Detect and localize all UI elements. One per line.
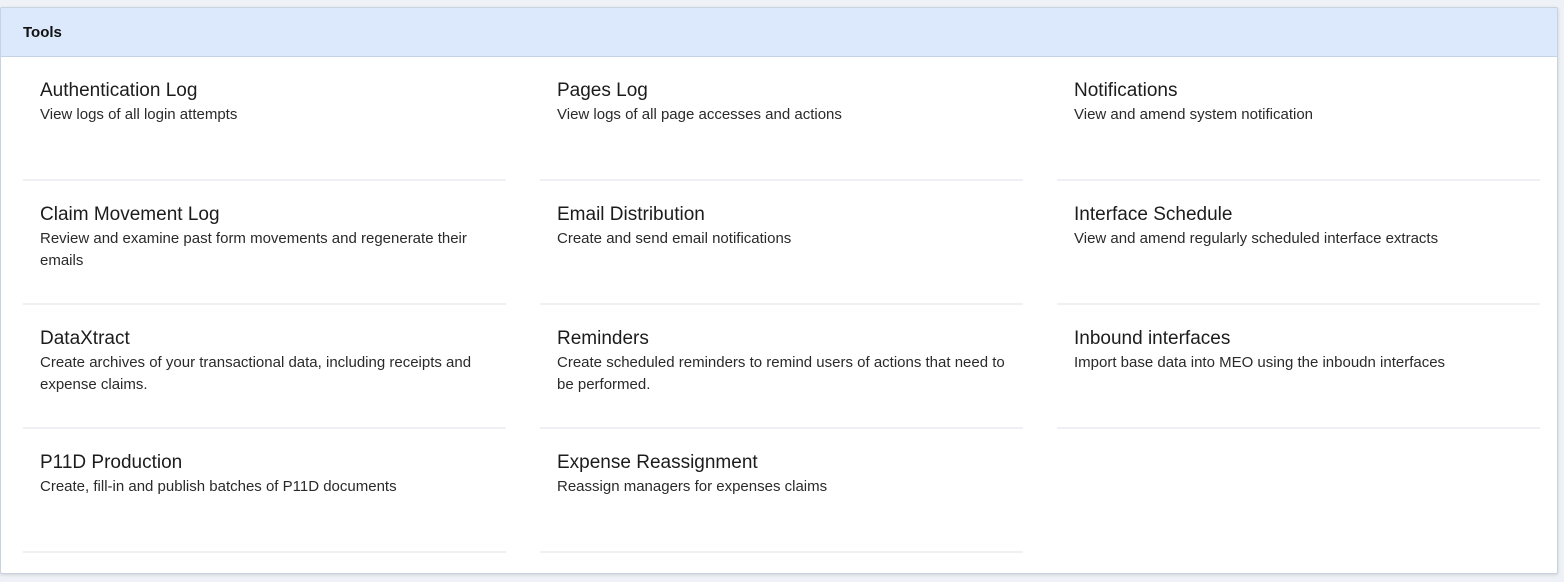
tool-p11d-production[interactable]: P11D Production Create, fill-in and publ… [23, 429, 506, 553]
tool-description: Create archives of your transactional da… [40, 354, 472, 393]
tool-title[interactable]: Inbound interfaces [1074, 327, 1523, 351]
tool-description: Import base data into MEO using the inbo… [1074, 354, 1446, 371]
tool-inbound-interfaces[interactable]: Inbound interfaces Import base data into… [1057, 305, 1540, 429]
tool-title[interactable]: Email Distribution [557, 203, 1006, 227]
tool-dataxtract[interactable]: DataXtract Create archives of your trans… [23, 305, 506, 429]
tools-panel: Tools Authentication Log View logs of al… [0, 7, 1558, 574]
panel-header: Tools [1, 8, 1557, 57]
tool-pages-log[interactable]: Pages Log View logs of all page accesses… [540, 57, 1023, 181]
tool-description: Reassign managers for expenses claims [557, 478, 828, 495]
tool-interface-schedule[interactable]: Interface Schedule View and amend regula… [1057, 181, 1540, 305]
tool-title[interactable]: Authentication Log [40, 79, 489, 103]
empty-tile [1057, 429, 1540, 553]
tool-description: View logs of all page accesses and actio… [557, 106, 842, 123]
tool-email-distribution[interactable]: Email Distribution Create and send email… [540, 181, 1023, 305]
panel-title: Tools [23, 23, 62, 41]
tool-description: Review and examine past form movements a… [40, 230, 467, 269]
tool-description: Create scheduled reminders to remind use… [557, 354, 1005, 393]
tool-title[interactable]: P11D Production [40, 451, 489, 475]
tool-title[interactable]: DataXtract [40, 327, 489, 351]
tool-title[interactable]: Pages Log [557, 79, 1006, 103]
tool-description: View and amend regularly scheduled inter… [1074, 230, 1439, 247]
tool-description: View and amend system notification [1074, 106, 1314, 123]
tool-description: Create, fill-in and publish batches of P… [40, 478, 397, 495]
tool-authentication-log[interactable]: Authentication Log View logs of all logi… [23, 57, 506, 181]
tool-title[interactable]: Interface Schedule [1074, 203, 1523, 227]
tool-expense-reassignment[interactable]: Expense Reassignment Reassign managers f… [540, 429, 1023, 553]
tool-title[interactable]: Reminders [557, 327, 1006, 351]
tool-description: Create and send email notifications [557, 230, 792, 247]
tool-title[interactable]: Claim Movement Log [40, 203, 489, 227]
tool-notifications[interactable]: Notifications View and amend system noti… [1057, 57, 1540, 181]
tool-reminders[interactable]: Reminders Create scheduled reminders to … [540, 305, 1023, 429]
tool-title[interactable]: Notifications [1074, 79, 1523, 103]
tool-claim-movement-log[interactable]: Claim Movement Log Review and examine pa… [23, 181, 506, 305]
tools-grid: Authentication Log View logs of all logi… [23, 57, 1540, 553]
tool-title[interactable]: Expense Reassignment [557, 451, 1006, 475]
tool-description: View logs of all login attempts [40, 106, 238, 123]
